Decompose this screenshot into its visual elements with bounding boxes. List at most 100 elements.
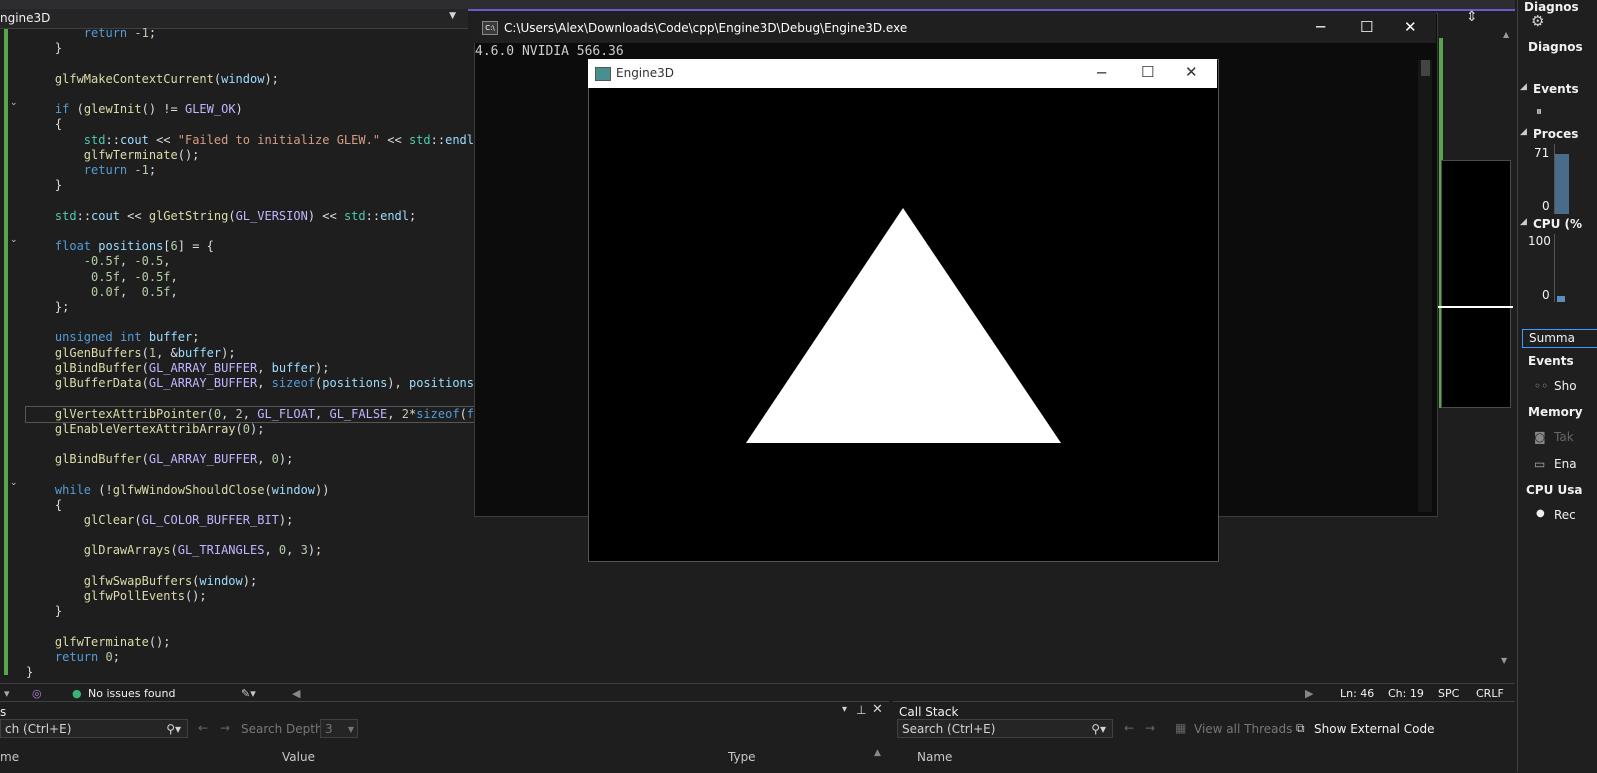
heap-icon: ▭	[1534, 457, 1546, 471]
code-line[interactable]: if (glewInit() != GLEW_OK)	[26, 102, 243, 117]
engine-window[interactable]	[588, 59, 1219, 562]
col-value[interactable]: Value	[282, 750, 315, 764]
file-dropdown-label: ngine3D	[0, 11, 51, 25]
maximize-icon[interactable]: ☐	[1360, 18, 1373, 36]
code-line[interactable]: return -1;	[26, 26, 156, 41]
pane-menu-icon[interactable]: ▾	[842, 704, 847, 715]
code-line[interactable]: glEnableVertexAttribArray(0);	[26, 422, 265, 437]
code-line[interactable]: glfwTerminate();	[26, 635, 171, 650]
proc-max: 71	[1534, 146, 1550, 160]
show-events-link[interactable]: Sho	[1554, 379, 1577, 393]
forward-arrow-icon[interactable]: →	[1145, 721, 1155, 735]
pause-icon[interactable]: ⏸	[1536, 104, 1542, 119]
tab-summary[interactable]: Summa	[1522, 329, 1597, 348]
line-ending[interactable]: CRLF	[1476, 687, 1504, 700]
fold-chevron-icon[interactable]: ⌄	[10, 235, 18, 245]
code-line[interactable]: {	[26, 498, 62, 513]
cpu-section[interactable]: CPU (%	[1533, 217, 1582, 231]
code-line[interactable]: glGenBuffers(1, &buffer);	[26, 346, 236, 361]
code-line[interactable]: glfwPollEvents();	[26, 589, 207, 604]
forward-arrow-icon[interactable]: →	[220, 721, 230, 735]
close-icon[interactable]: ✕	[1404, 18, 1417, 36]
record-cpu-link[interactable]: Rec	[1554, 508, 1576, 522]
events-section[interactable]: Events	[1533, 82, 1579, 96]
back-arrow-icon[interactable]: ←	[198, 721, 208, 735]
render-canvas	[746, 208, 1061, 443]
pin-icon[interactable]: ⊥	[856, 703, 866, 717]
code-line[interactable]: }	[26, 41, 62, 56]
code-line[interactable]: glfwMakeContextCurrent(window);	[26, 72, 279, 87]
split-icon[interactable]: ⇕	[1466, 9, 1478, 25]
code-line[interactable]: float positions[6] = {	[26, 239, 214, 254]
code-line[interactable]: 0.0f, 0.5f,	[26, 285, 178, 300]
code-line[interactable]: }	[26, 178, 62, 193]
console-scroll-thumb[interactable]	[1421, 60, 1430, 76]
scroll-right-icon[interactable]: ▶	[1305, 687, 1313, 700]
scroll-up-icon[interactable]: ▲	[1503, 30, 1509, 39]
show-external-code[interactable]: Show External Code	[1314, 722, 1435, 736]
code-line[interactable]: {	[26, 117, 62, 132]
fold-chevron-icon[interactable]: ⌄	[10, 98, 18, 108]
minimize-icon[interactable]: ─	[1097, 64, 1106, 82]
gear-icon[interactable]: ⚙	[1531, 12, 1544, 30]
rendered-triangle	[746, 208, 1061, 443]
take-snapshot-link[interactable]: Tak	[1554, 430, 1574, 444]
code-line[interactable]: glVertexAttribPointer(0, 2, GL_FLOAT, GL…	[25, 405, 504, 423]
issues-status[interactable]: No issues found	[88, 687, 175, 700]
view-all-threads[interactable]: View all Threads	[1194, 722, 1292, 736]
minimap-viewport[interactable]	[1441, 160, 1511, 408]
code-line[interactable]: while (!glfwWindowShouldClose(window))	[26, 483, 330, 498]
code-line[interactable]: };	[26, 300, 69, 315]
back-arrow-icon[interactable]: ←	[1124, 721, 1134, 735]
enable-heap-link[interactable]: Ena	[1554, 457, 1577, 471]
col-name[interactable]: Name	[917, 750, 952, 764]
col-name[interactable]: me	[0, 750, 19, 764]
close-icon[interactable]: ✕	[1185, 63, 1198, 81]
engine-titlebar[interactable]: Engine3D ─ ☐ ✕	[588, 59, 1217, 88]
code-line[interactable]: glClear(GL_COLOR_BUFFER_BIT);	[26, 513, 294, 528]
minimize-icon[interactable]: ─	[1316, 18, 1325, 36]
close-icon[interactable]: ✕	[872, 702, 883, 717]
callstack-search-input[interactable]: Search (Ctrl+E) ⚲▾	[897, 719, 1113, 738]
code-line[interactable]: glBindBuffer(GL_ARRAY_BUFFER, 0);	[26, 452, 293, 467]
chevron-down-icon: ▼	[449, 11, 456, 21]
code-line[interactable]: 0.5f, -0.5f,	[26, 270, 178, 285]
scroll-up-icon[interactable]: ▲	[874, 748, 881, 758]
locals-search-input[interactable]: ch (Ctrl+E) ⚲▾	[0, 719, 188, 738]
brush-icon[interactable]: ✎▾	[241, 687, 256, 700]
code-line[interactable]: return -1;	[26, 163, 156, 178]
expand-icon[interactable]: ◢	[1520, 127, 1527, 137]
scroll-down-icon[interactable]: ▼	[1501, 656, 1507, 665]
console-scrollbar[interactable]	[1418, 60, 1432, 512]
code-line[interactable]: glBindBuffer(GL_ARRAY_BUFFER, buffer);	[26, 361, 330, 376]
code-line[interactable]: std::cout << glGetString(GL_VERSION) << …	[26, 209, 416, 224]
code-line[interactable]: glfwSwapBuffers(window);	[26, 574, 257, 589]
code-line[interactable]: glBufferData(GL_ARRAY_BUFFER, sizeof(pos…	[26, 376, 503, 391]
editor-status-bar: ▾ ◎ ● No issues found ✎▾ ◀ ▶ Ln: 46 Ch: …	[0, 683, 1515, 702]
code-line[interactable]: unsigned int buffer;	[26, 330, 200, 345]
code-line[interactable]: -0.5f, -0.5,	[26, 254, 171, 269]
line-number[interactable]: Ln: 46	[1340, 687, 1374, 700]
memory-usage-title: Memory	[1528, 405, 1583, 419]
code-line[interactable]: std::cout << "Failed to initialize GLEW.…	[26, 133, 481, 148]
column-number[interactable]: Ch: 19	[1388, 687, 1424, 700]
console-titlebar[interactable]: C:\ C:\Users\Alex\Downloads\Code\cpp\Eng…	[474, 13, 1436, 43]
code-line[interactable]: glDrawArrays(GL_TRIANGLES, 0, 3);	[26, 543, 322, 558]
scroll-left-icon[interactable]: ◀	[292, 687, 300, 700]
code-line[interactable]: return 0;	[26, 650, 120, 665]
copilot-icon[interactable]: ◎	[32, 687, 42, 700]
search-depth-select[interactable]: 3 ▼	[320, 719, 358, 738]
col-type[interactable]: Type	[728, 750, 756, 764]
code-line[interactable]: }	[26, 604, 62, 619]
dropdown-icon[interactable]: ▾	[4, 687, 10, 700]
expand-icon[interactable]: ◢	[1520, 217, 1527, 227]
call-stack-title: Call Stack	[899, 705, 959, 719]
code-line[interactable]: }	[26, 665, 33, 680]
code-line[interactable]: glfwTerminate();	[26, 148, 200, 163]
process-memory-section[interactable]: Proces	[1533, 127, 1578, 141]
indent-mode[interactable]: SPC	[1438, 687, 1459, 700]
expand-icon[interactable]: ◢	[1520, 82, 1527, 92]
maximize-icon[interactable]: ☐	[1141, 63, 1154, 81]
fold-chevron-icon[interactable]: ⌄	[10, 478, 18, 488]
code-minimap[interactable]: ▲ ▼	[1437, 28, 1513, 683]
